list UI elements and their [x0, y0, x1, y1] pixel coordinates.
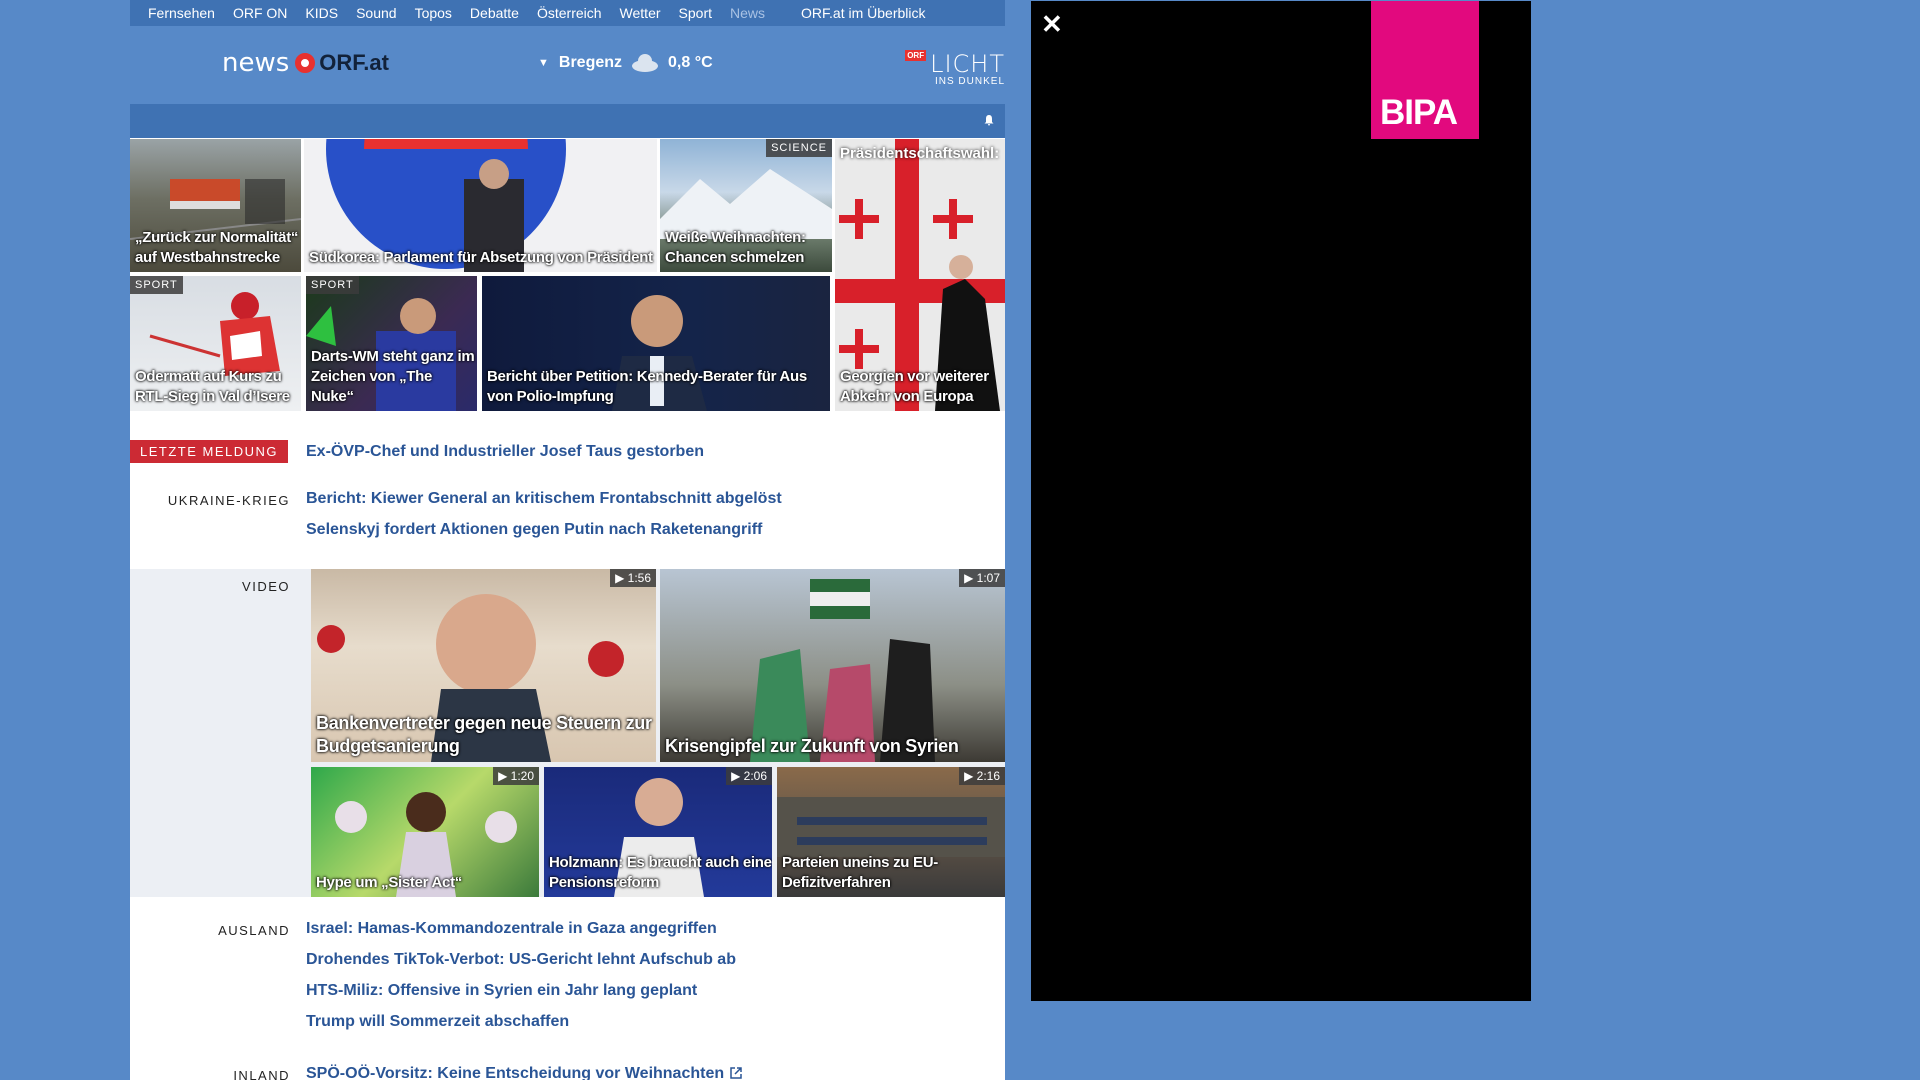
logo-orf-text: ORF.at [319, 50, 389, 75]
inland-section: INLAND SPÖ-OÖ-Vorsitz: Keine Entscheidun… [130, 1065, 1005, 1080]
video-duration: ▶ 2:16 [959, 767, 1005, 785]
tile-caption: Hype um „Sister Act“ [316, 874, 462, 891]
video-tile[interactable]: ▶ 1:20 Hype um „Sister Act“ [311, 767, 539, 897]
story-tile[interactable]: Präsidentschaftswahl: Georgien vor weite… [835, 139, 1005, 411]
latest-news-label: LETZTE MELDUNG [130, 440, 289, 463]
story-tile[interactable]: Südkorea: Parlament für Absetzung von Pr… [304, 139, 657, 272]
category-tag: SPORT [306, 276, 359, 294]
video-duration: ▶ 1:20 [493, 767, 539, 785]
video-duration: ▶ 1:07 [959, 569, 1005, 587]
weather-widget[interactable]: ▼ Bregenz 0,8 °C [538, 54, 713, 72]
licht-ins-dunkel-logo[interactable]: ORF LICHT INS DUNKEL [905, 50, 1005, 87]
bipa-logo[interactable]: BIPA [1371, 1, 1479, 139]
section-label: AUSLAND [218, 923, 290, 938]
nav-overview[interactable]: ORF.at im Überblick [801, 5, 925, 21]
tile-caption: Odermatt auf Kurs zu RTL-Sieg in Val d’I… [135, 368, 290, 405]
story-link[interactable]: Drohendes TikTok-Verbot: US-Gericht lehn… [306, 951, 736, 969]
nav-kids[interactable]: KIDS [305, 5, 338, 21]
story-link[interactable]: Trump will Sommerzeit abschaffen [306, 1013, 569, 1031]
ad-brand: BIPA [1380, 93, 1458, 132]
story-tile[interactable]: SPORT Odermatt auf Kurs zu RTL-Sieg in V… [130, 276, 301, 411]
latest-news-row: LETZTE MELDUNG Ex-ÖVP-Chef und Industrie… [130, 440, 1005, 466]
external-link-icon [729, 1067, 742, 1079]
video-duration: ▶ 1:56 [610, 569, 656, 587]
main-content: „Zurück zur Normalität“ auf Westbahnstre… [130, 138, 1005, 1080]
tile-caption: Holzmann: Es braucht auch eine Pensionsr… [549, 854, 772, 891]
story-link[interactable]: SPÖ-OÖ-Vorsitz: Keine Entscheidung vor W… [306, 1065, 743, 1080]
syria-video-still [750, 579, 935, 762]
licht-orf-badge: ORF [905, 50, 927, 61]
nav-wetter[interactable]: Wetter [620, 5, 661, 21]
ausland-section: AUSLAND Israel: Hamas-Kommandozentrale i… [130, 920, 1005, 1040]
category-tag: SCIENCE [766, 139, 832, 157]
story-tile[interactable]: SCIENCE Weiße Weihnachten: Chancen schme… [660, 139, 832, 272]
story-link[interactable]: Selenskyj fordert Aktionen gegen Putin n… [306, 521, 762, 539]
tile-caption: Bankenvertreter gegen neue Steuern zur B… [316, 713, 652, 756]
video-tile[interactable]: ▶ 1:56 Bankenvertreter gegen neue Steuer… [311, 569, 656, 762]
orf-eye-icon [295, 53, 316, 73]
nav-news[interactable]: News [730, 5, 765, 21]
video-duration: ▶ 2:06 [726, 767, 772, 785]
tile-caption: Südkorea: Parlament für Absetzung von Pr… [309, 249, 653, 266]
licht-title: LICHT [930, 50, 1005, 78]
story-link[interactable]: Israel: Hamas-Kommandozentrale in Gaza a… [306, 920, 717, 938]
video-tile[interactable]: ▶ 2:16 Parteien uneins zu EU-Defizitverf… [777, 767, 1005, 897]
tile-caption: Parteien uneins zu EU-Defizitverfahren [782, 854, 938, 891]
tile-caption: Krisengipfel zur Zukunft von Syrien [665, 736, 959, 756]
story-link[interactable]: HTS-Miliz: Offensive in Syrien ein Jahr … [306, 982, 697, 1000]
top-navigation: Fernsehen ORF ON KIDS Sound Topos Debatt… [130, 0, 1005, 26]
nav-orf-on[interactable]: ORF ON [233, 5, 287, 21]
nav-sport[interactable]: Sport [679, 5, 712, 21]
nav-topos[interactable]: Topos [415, 5, 452, 21]
video-tile[interactable]: ▶ 1:07 Krisengipfel zur Zukunft von Syri… [660, 569, 1005, 762]
section-label: INLAND [233, 1068, 290, 1080]
category-tag: SPORT [130, 276, 183, 294]
ad-overlay: ✕ BIPA [1031, 1, 1531, 1001]
nav-sound[interactable]: Sound [356, 5, 396, 21]
logo-news-text: news [222, 48, 290, 78]
section-label: UKRAINE-KRIEG [167, 493, 290, 508]
story-link[interactable]: Bericht: Kiewer General an kritischem Fr… [306, 490, 782, 508]
news-orf-logo[interactable]: news ORF.at [222, 48, 389, 78]
latest-news-link[interactable]: Ex-ÖVP-Chef und Industrieller Josef Taus… [306, 443, 704, 461]
weather-city: Bregenz [558, 54, 623, 71]
story-tile[interactable]: SPORT Darts-WM steht ganz im Zeichen von… [306, 276, 477, 411]
section-label: VIDEO [242, 579, 290, 594]
header-toolbar [130, 104, 1005, 138]
cloud-icon [630, 54, 660, 72]
weather-temperature: 0,8 °C [668, 54, 713, 71]
tile-caption: Georgien vor weiterer Abkehr von Europa [840, 368, 989, 405]
nav-fernsehen[interactable]: Fernsehen [148, 5, 215, 21]
story-tile[interactable]: „Zurück zur Normalität“ auf Westbahnstre… [130, 139, 301, 272]
nav-debatte[interactable]: Debatte [470, 5, 519, 21]
story-tile[interactable]: Bericht über Petition: Kennedy-Berater f… [482, 276, 830, 411]
ukraine-section: UKRAINE-KRIEG Bericht: Kiewer General an… [130, 490, 1005, 550]
tile-caption: Darts-WM steht ganz im Zeichen von „The … [311, 348, 475, 405]
tile-caption: Bericht über Petition: Kennedy-Berater f… [487, 368, 807, 405]
tile-caption: Weiße Weihnachten: Chancen schmelzen [665, 229, 806, 266]
bell-icon[interactable] [983, 114, 995, 126]
site-header: news ORF.at ▼ Bregenz 0,8 °C ORF LICHT IN… [130, 26, 1005, 104]
video-tile[interactable]: ▶ 2:06 Holzmann: Es braucht auch eine Pe… [544, 767, 772, 897]
tile-caption: „Zurück zur Normalität“ auf Westbahnstre… [135, 229, 299, 266]
dropdown-arrow-icon: ▼ [538, 57, 549, 69]
close-icon[interactable]: ✕ [1041, 9, 1063, 40]
tile-top-caption: Präsidentschaftswahl: [840, 145, 1000, 162]
nav-oesterreich[interactable]: Österreich [537, 5, 602, 21]
